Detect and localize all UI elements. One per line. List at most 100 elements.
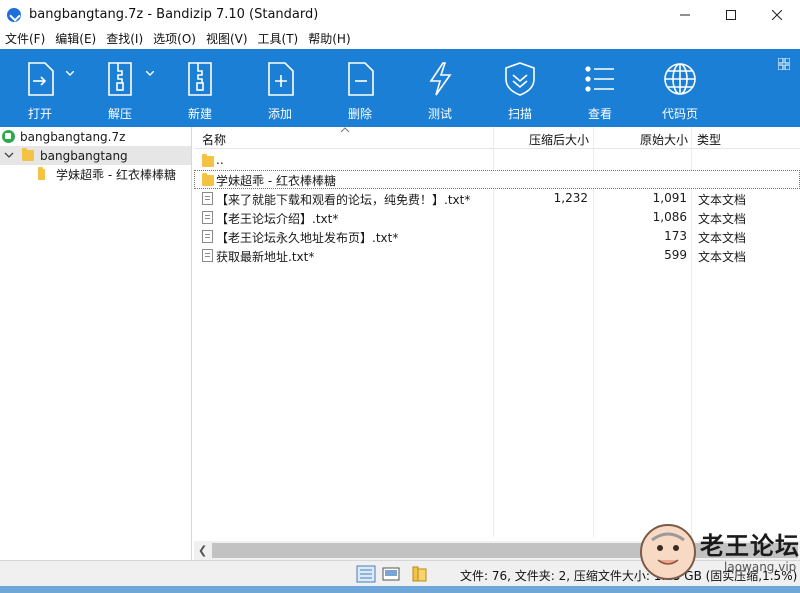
chevron-down-icon[interactable] <box>66 71 74 76</box>
file-type: 文本文档 <box>698 193 747 207</box>
original-size: 1,091 <box>652 191 687 205</box>
tree-subfolder-item[interactable]: 学妹超乖 - 红衣棒棒糖 <box>0 165 191 184</box>
column-type[interactable]: 类型 <box>697 131 721 148</box>
delete-button[interactable]: 删除 <box>320 49 400 127</box>
menu-options[interactable]: 选项(O) <box>148 29 201 49</box>
details-view-icon[interactable] <box>356 565 376 583</box>
archive-icon <box>2 130 15 143</box>
menu-view[interactable]: 视图(V) <box>201 29 253 49</box>
packed-size: 1,232 <box>553 191 588 205</box>
file-name: 【老王论坛永久地址发布页】.txt* <box>216 231 399 245</box>
list-item-folder[interactable]: 学妹超乖 - 红衣棒棒糖 <box>194 170 800 189</box>
original-size: 1,086 <box>652 210 687 224</box>
open-button[interactable]: 打开 <box>0 49 80 127</box>
add-label: 添加 <box>267 107 292 121</box>
file-name: 获取最新地址.txt* <box>216 250 315 264</box>
test-icon <box>420 59 460 99</box>
folder-icon <box>22 148 34 161</box>
watermark-url: laowang.vip <box>724 560 797 574</box>
list-item-file[interactable]: 【老王论坛永久地址发布页】.txt* 173 文本文档 <box>194 227 800 246</box>
tree-root-label: bangbangtang.7z <box>20 129 126 144</box>
folder-icon <box>202 154 214 167</box>
folder-icon <box>202 173 214 186</box>
extract-icon <box>100 59 140 99</box>
folder-tree: bangbangtang.7z bangbangtang 学妹超乖 - 红衣棒棒… <box>0 127 192 560</box>
open-label: 打开 <box>27 107 52 121</box>
file-type: 文本文档 <box>698 212 747 226</box>
list-item-file[interactable]: 【来了就能下载和观看的论坛，纯免费！】.txt* 1,232 1,091 文本文… <box>194 189 800 208</box>
text-file-icon <box>202 230 213 243</box>
extract-label: 解压 <box>107 107 132 121</box>
tree-folder-label: bangbangtang <box>40 148 128 163</box>
delete-label: 删除 <box>347 107 372 121</box>
list-item-parent[interactable]: .. <box>194 151 800 170</box>
view-icon <box>580 59 620 99</box>
toolbar: 打开 解压 新建 添加 删除 测试 扫描 查看 代码页 <box>0 49 800 127</box>
text-file-icon <box>202 211 213 224</box>
extract-button[interactable]: 解压 <box>80 49 160 127</box>
window-controls <box>662 0 800 29</box>
test-button[interactable]: 测试 <box>400 49 480 127</box>
menu-edit[interactable]: 编辑(E) <box>50 29 101 49</box>
tree-subfolder-label: 学妹超乖 - 红衣棒棒糖 <box>56 168 176 182</box>
watermark-avatar-icon <box>640 524 696 580</box>
layout-grid-icon[interactable] <box>778 58 790 70</box>
new-archive-button[interactable]: 新建 <box>160 49 240 127</box>
test-label: 测试 <box>427 107 452 121</box>
open-icon <box>20 59 60 99</box>
file-type: 文本文档 <box>698 231 747 245</box>
add-icon <box>260 59 300 99</box>
sort-ascending-icon <box>340 127 350 133</box>
tree-folder-item[interactable]: bangbangtang <box>0 146 191 165</box>
column-name[interactable]: 名称 <box>202 131 226 148</box>
column-original-size[interactable]: 原始大小 <box>640 131 688 148</box>
minimize-button[interactable] <box>662 0 708 29</box>
file-list: 名称 压缩后大小 原始大小 类型 .. 学妹超乖 - 红衣棒棒糖 【来了就能下载… <box>194 127 800 560</box>
watermark-title: 老王论坛 <box>700 532 800 560</box>
codepage-icon <box>660 59 700 99</box>
menu-tools[interactable]: 工具(T) <box>253 29 304 49</box>
view-button[interactable]: 查看 <box>560 49 640 127</box>
chevron-down-icon[interactable] <box>4 152 14 160</box>
file-name: .. <box>216 153 224 167</box>
maximize-button[interactable] <box>708 0 754 29</box>
title-bar: bangbangtang.7z - Bandizip 7.10 (Standar… <box>0 0 800 29</box>
tree-root-item[interactable]: bangbangtang.7z <box>0 127 191 146</box>
add-button[interactable]: 添加 <box>240 49 320 127</box>
maximize-icon <box>726 9 736 20</box>
chevron-down-icon[interactable] <box>146 71 154 76</box>
list-header: 名称 压缩后大小 原始大小 类型 <box>194 127 800 149</box>
list-item-file[interactable]: 获取最新地址.txt* 599 文本文档 <box>194 246 800 265</box>
bandizip-logo-icon <box>7 7 21 22</box>
folder-view-icon[interactable] <box>410 565 430 583</box>
new-archive-icon <box>180 59 220 99</box>
list-item-file[interactable]: 【老王论坛介绍】.txt* 1,086 文本文档 <box>194 208 800 227</box>
scan-button[interactable]: 扫描 <box>480 49 560 127</box>
preview-view-icon[interactable] <box>381 565 401 583</box>
delete-icon <box>340 59 380 99</box>
file-name: 学妹超乖 - 红衣棒棒糖 <box>216 174 336 188</box>
minimize-icon <box>680 14 690 15</box>
column-packed-size[interactable]: 压缩后大小 <box>529 131 589 148</box>
scroll-left-icon[interactable]: ❮ <box>198 544 207 557</box>
codepage-button[interactable]: 代码页 <box>640 49 720 127</box>
menu-find[interactable]: 查找(I) <box>101 29 148 49</box>
folder-icon <box>38 167 45 180</box>
menu-bar: 文件(F) 编辑(E) 查找(I) 选项(O) 视图(V) 工具(T) 帮助(H… <box>0 29 800 49</box>
text-file-icon <box>202 249 213 262</box>
window-title: bangbangtang.7z - Bandizip 7.10 (Standar… <box>29 7 319 22</box>
scan-icon <box>500 59 540 99</box>
file-type: 文本文档 <box>698 250 747 264</box>
watermark: 老王论坛 laowang.vip <box>640 520 800 590</box>
file-name: 【来了就能下载和观看的论坛，纯免费！】.txt* <box>216 193 471 207</box>
original-size: 599 <box>664 248 687 262</box>
original-size: 173 <box>664 229 687 243</box>
menu-file[interactable]: 文件(F) <box>0 29 50 49</box>
new-archive-label: 新建 <box>187 107 212 121</box>
text-file-icon <box>202 192 213 205</box>
close-button[interactable] <box>754 0 800 29</box>
file-name: 【老王论坛介绍】.txt* <box>216 212 339 226</box>
menu-help[interactable]: 帮助(H) <box>303 29 355 49</box>
scan-label: 扫描 <box>507 107 532 121</box>
view-label: 查看 <box>587 107 612 121</box>
